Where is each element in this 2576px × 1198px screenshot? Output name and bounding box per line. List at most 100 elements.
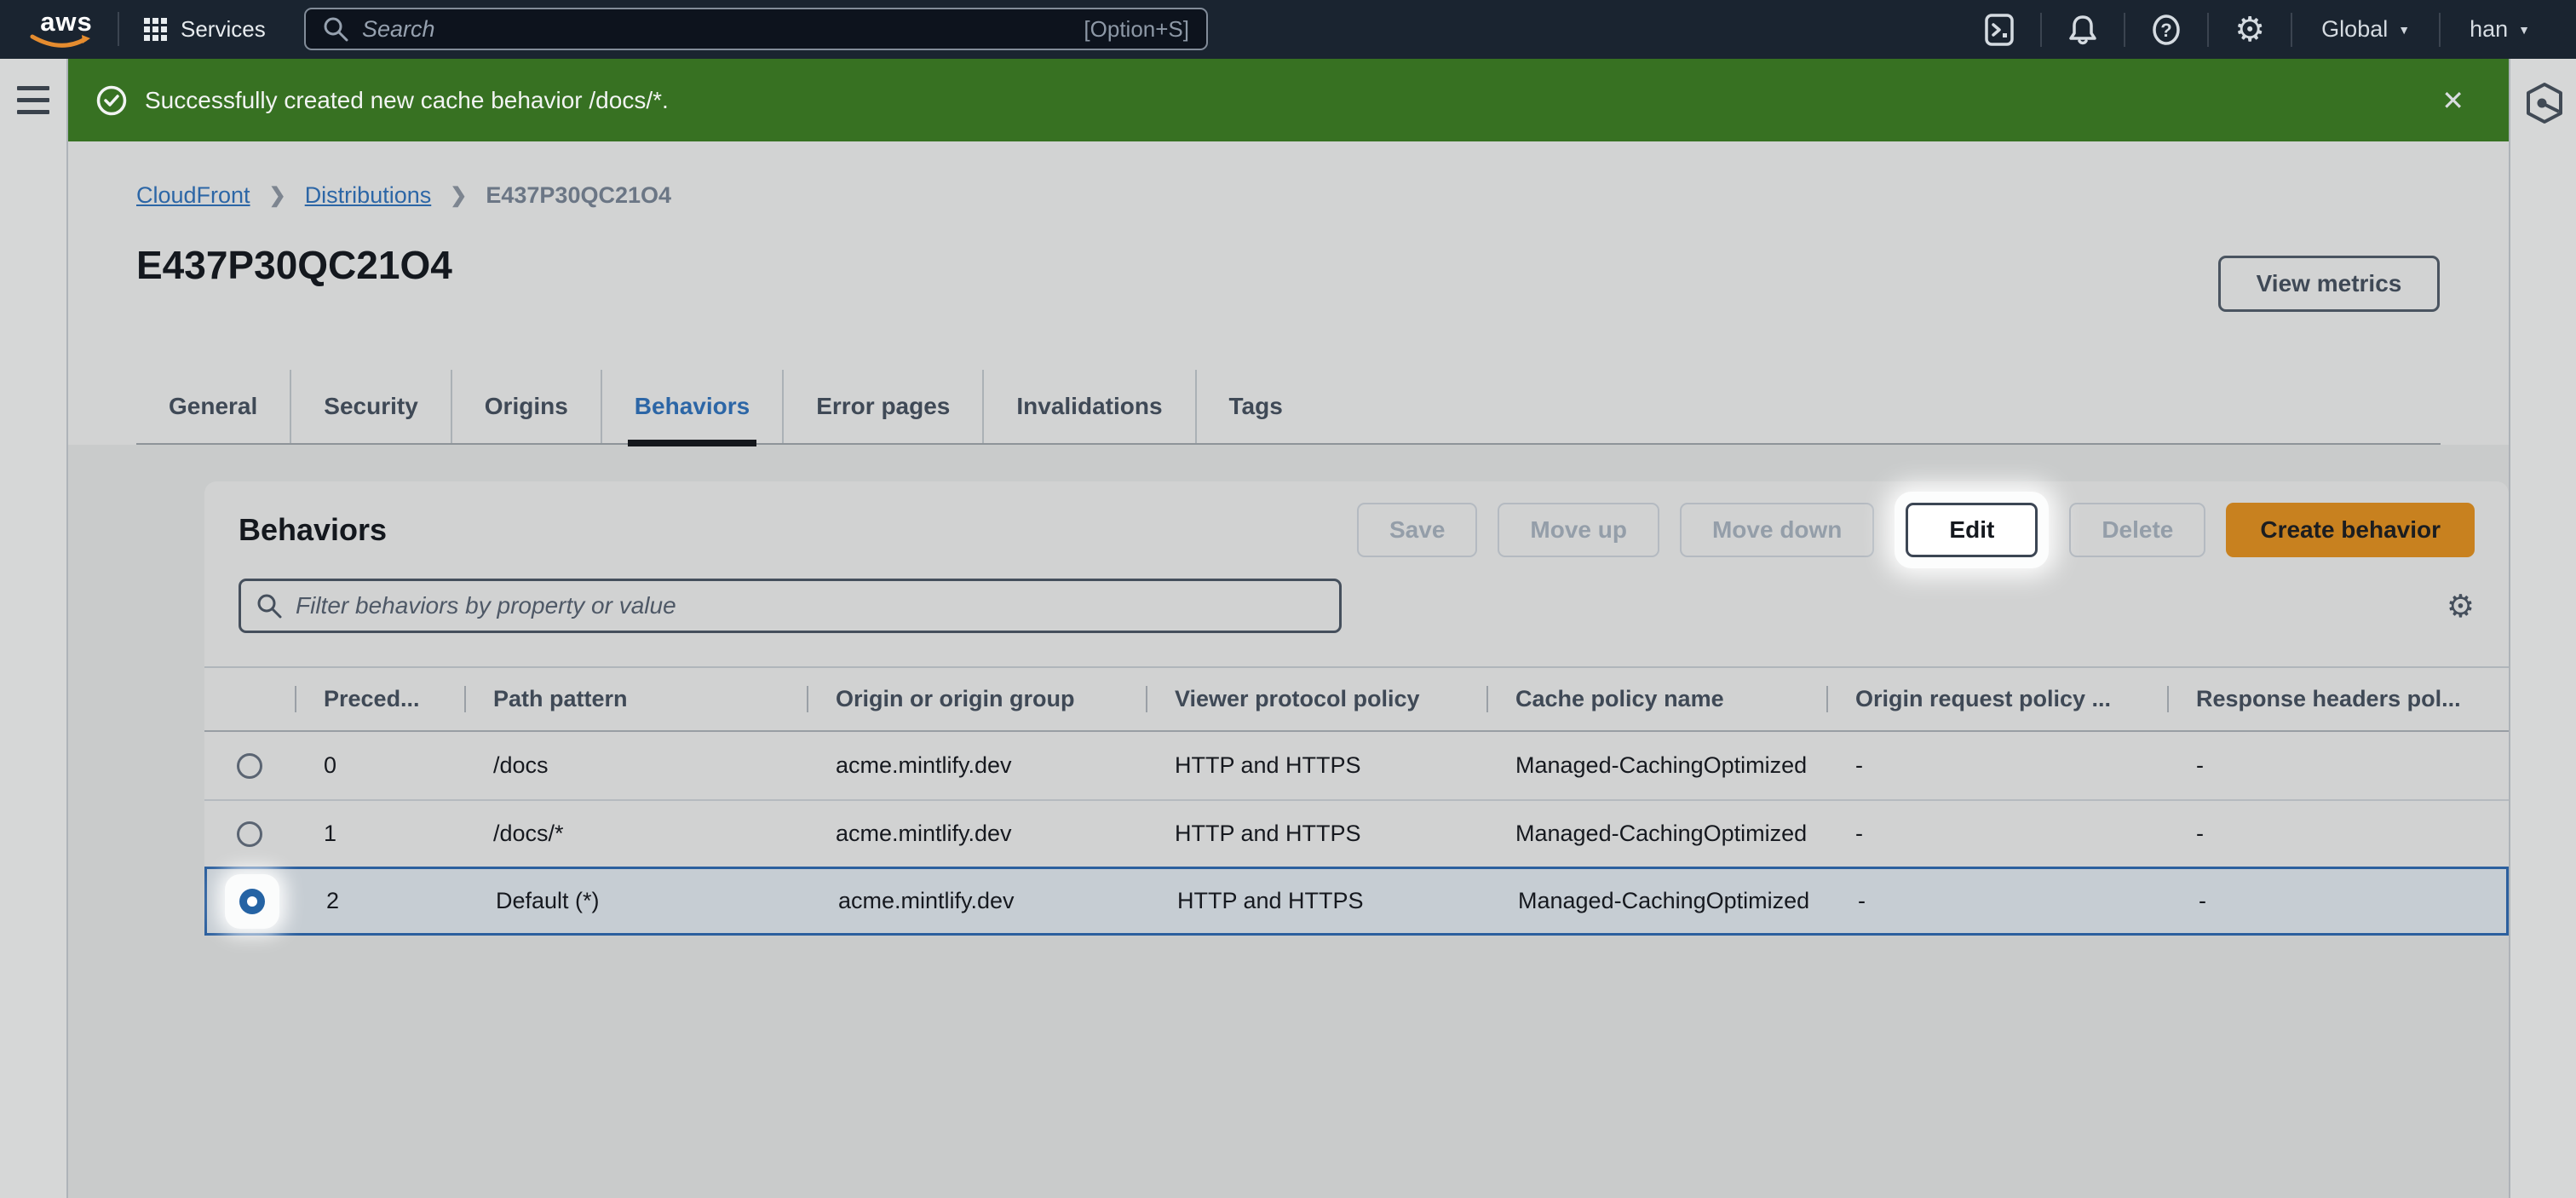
column-cache-policy[interactable]: Cache policy name <box>1486 686 1826 712</box>
row-radio[interactable] <box>237 821 262 847</box>
hamburger-icon <box>17 86 49 90</box>
hamburger-menu-button[interactable] <box>17 86 49 122</box>
breadcrumb-current: E437P30QC21O4 <box>486 182 671 209</box>
topbar-right-cluster: ? ⚙ Global ▼ han ▼ <box>1958 0 2559 59</box>
services-menu-button[interactable]: Services <box>143 0 266 59</box>
cell-precedence: 0 <box>295 752 464 779</box>
search-shortcut-hint: [Option+S] <box>1084 16 1189 43</box>
cell-cache-policy: Managed-CachingOptimized <box>1486 752 1826 779</box>
column-origin[interactable]: Origin or origin group <box>807 686 1146 712</box>
filter-row: ⚙ <box>204 579 2509 633</box>
row-radio[interactable] <box>237 753 262 779</box>
services-label: Services <box>181 16 266 43</box>
tab-tags[interactable]: Tags <box>1195 370 1315 443</box>
cell-precedence: 2 <box>297 888 467 914</box>
breadcrumb: CloudFront ❯ Distributions ❯ E437P30QC21… <box>136 182 671 209</box>
row-radio-cell <box>207 874 297 929</box>
behaviors-actions: Save Move up Move down Edit Delete Creat… <box>1357 492 2475 568</box>
behaviors-panel-title: Behaviors <box>239 512 1357 548</box>
distribution-tabs: General Security Origins Behaviors Error… <box>136 370 2441 445</box>
chevron-down-icon: ▼ <box>2398 23 2410 37</box>
search-input[interactable] <box>362 16 1084 43</box>
cloudshell-terminal-icon <box>1982 13 2016 47</box>
cloudshell-button[interactable] <box>1958 0 2040 59</box>
cell-origin: acme.mintlify.dev <box>807 821 1146 847</box>
column-path-pattern[interactable]: Path pattern <box>464 686 807 712</box>
move-down-button[interactable]: Move down <box>1680 503 1874 557</box>
flashbar-close-button[interactable]: ✕ <box>2441 84 2464 117</box>
question-circle-icon: ? <box>2149 13 2183 47</box>
column-response-headers-policy[interactable]: Response headers pol... <box>2167 686 2509 712</box>
view-metrics-button[interactable]: View metrics <box>2218 256 2440 312</box>
save-button[interactable]: Save <box>1357 503 1477 557</box>
side-panel-toggle-button[interactable] <box>2522 81 2567 125</box>
tab-security[interactable]: Security <box>290 370 451 443</box>
right-sidebar-strip <box>2509 59 2576 1198</box>
cell-response-headers-policy: - <box>2170 888 2506 914</box>
filter-input[interactable] <box>296 592 1324 619</box>
cell-path-pattern: /docs/* <box>464 821 807 847</box>
row-radio-selected[interactable] <box>239 889 265 914</box>
edit-button-spotlight: Edit <box>1895 492 2049 568</box>
cell-viewer-protocol: HTTP and HTTPS <box>1146 752 1486 779</box>
edit-button[interactable]: Edit <box>1906 503 2038 557</box>
cell-origin: acme.mintlify.dev <box>807 752 1146 779</box>
global-search[interactable]: [Option+S] <box>304 8 1208 50</box>
column-origin-request-policy[interactable]: Origin request policy ... <box>1826 686 2167 712</box>
tab-error-pages[interactable]: Error pages <box>782 370 982 443</box>
help-button[interactable]: ? <box>2125 0 2207 59</box>
cell-origin: acme.mintlify.dev <box>809 888 1148 914</box>
main-content: CloudFront ❯ Distributions ❯ E437P30QC21… <box>68 141 2509 1198</box>
left-sidebar-strip <box>0 59 68 1198</box>
cell-cache-policy: Managed-CachingOptimized <box>1489 888 1829 914</box>
cell-cache-policy: Managed-CachingOptimized <box>1486 821 1826 847</box>
tab-general[interactable]: General <box>136 370 290 443</box>
row-radio-cell <box>204 753 295 779</box>
delete-button[interactable]: Delete <box>2069 503 2205 557</box>
row-radio-cell <box>204 821 295 847</box>
hexagon-icon <box>2522 81 2567 125</box>
behaviors-panel-header: Behaviors Save Move up Move down Edit De… <box>204 481 2509 579</box>
tab-origins[interactable]: Origins <box>451 370 601 443</box>
breadcrumb-cloudfront-link[interactable]: CloudFront <box>136 182 250 209</box>
cell-precedence: 1 <box>295 821 464 847</box>
bell-icon <box>2066 13 2100 47</box>
aws-logo[interactable]: aws <box>29 10 104 49</box>
tab-invalidations[interactable]: Invalidations <box>982 370 1194 443</box>
topbar-divider <box>118 12 119 46</box>
account-label: han <box>2470 16 2508 43</box>
move-up-button[interactable]: Move up <box>1498 503 1659 557</box>
cell-origin-request-policy: - <box>1826 821 2167 847</box>
table-row[interactable]: 1 /docs/* acme.mintlify.dev HTTP and HTT… <box>204 799 2509 867</box>
aws-top-nav: aws Services [Option+S] <box>0 0 2576 59</box>
region-selector[interactable]: Global ▼ <box>2292 0 2439 59</box>
cell-origin-request-policy: - <box>1826 752 2167 779</box>
gear-icon: ⚙ <box>2234 10 2265 49</box>
breadcrumb-distributions-link[interactable]: Distributions <box>305 182 432 209</box>
region-label: Global <box>2321 16 2388 43</box>
create-behavior-button[interactable]: Create behavior <box>2226 503 2475 557</box>
breadcrumb-chevron-icon: ❯ <box>450 183 467 208</box>
cell-path-pattern: /docs <box>464 752 807 779</box>
behaviors-table: Preced... Path pattern Origin or origin … <box>204 666 2509 936</box>
table-row-selected[interactable]: 2 Default (*) acme.mintlify.dev HTTP and… <box>204 867 2509 936</box>
column-precedence[interactable]: Preced... <box>295 686 464 712</box>
settings-button[interactable]: ⚙ <box>2209 0 2291 59</box>
aws-logo-text: aws <box>29 10 104 34</box>
cell-viewer-protocol: HTTP and HTTPS <box>1146 821 1486 847</box>
table-preferences-button[interactable]: ⚙ <box>2447 588 2475 625</box>
column-viewer-protocol[interactable]: Viewer protocol policy <box>1146 686 1486 712</box>
tab-behaviors[interactable]: Behaviors <box>601 370 782 443</box>
search-icon <box>256 593 282 619</box>
behaviors-filter[interactable] <box>239 579 1342 633</box>
cell-origin-request-policy: - <box>1829 888 2170 914</box>
table-row[interactable]: 0 /docs acme.mintlify.dev HTTP and HTTPS… <box>204 732 2509 799</box>
cell-viewer-protocol: HTTP and HTTPS <box>1148 888 1489 914</box>
success-check-icon <box>95 84 128 117</box>
account-menu[interactable]: han ▼ <box>2441 0 2559 59</box>
behaviors-panel: Behaviors Save Move up Move down Edit De… <box>204 481 2509 936</box>
search-icon <box>323 16 348 42</box>
breadcrumb-chevron-icon: ❯ <box>269 183 286 208</box>
notifications-button[interactable] <box>2042 0 2124 59</box>
page-title: E437P30QC21O4 <box>136 242 452 288</box>
